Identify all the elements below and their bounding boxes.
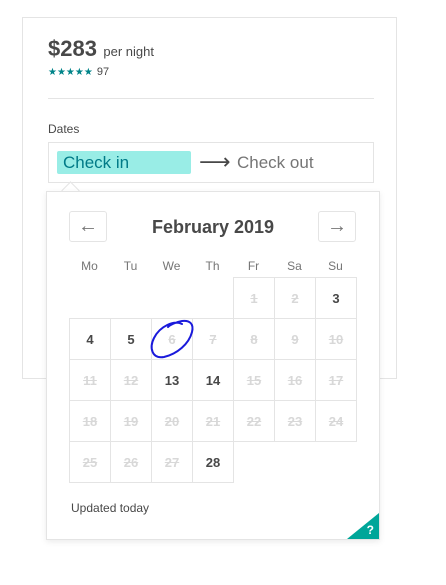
arrow-right-icon: ⟶: [199, 149, 231, 174]
calendar-day-26: 26: [110, 441, 152, 483]
weekday-label: Th: [205, 259, 220, 273]
calendar-day-27: 27: [151, 441, 193, 483]
calendar-day-4[interactable]: 4: [69, 318, 111, 360]
price-row: $283 per night: [48, 36, 154, 62]
calendar-grid: 1 2 3 4 5 6 7 8 9 10 11 12 13 14 15 16 17 18 19 20 21 22 23 24 2…: [69, 277, 357, 483]
calendar-day-2: 2: [274, 277, 316, 319]
nightly-price: $283: [48, 36, 97, 61]
calendar-day-28[interactable]: 28: [192, 441, 234, 483]
calendar-day-12: 12: [110, 359, 152, 401]
weekday-label: Tu: [123, 259, 138, 273]
calendar-day-22: 22: [233, 400, 275, 442]
calendar-day-3[interactable]: 3: [315, 277, 357, 319]
help-icon[interactable]: ?: [367, 523, 374, 537]
star-rating-icon: ★★★★★: [48, 66, 93, 78]
calendar-day-1: 1: [233, 277, 275, 319]
dates-label: Dates: [48, 122, 80, 136]
calendar-day-13[interactable]: 13: [151, 359, 193, 401]
weekday-label: Sa: [287, 259, 302, 273]
weekday-label: We: [162, 259, 181, 273]
calendar-day-17: 17: [315, 359, 357, 401]
rating-row[interactable]: ★★★★★ 97: [48, 66, 109, 78]
calendar-day-19: 19: [110, 400, 152, 442]
weekday-label: Fr: [247, 259, 260, 273]
weekday-label: Su: [328, 259, 343, 273]
date-range-input[interactable]: Check in ⟶ Check out: [48, 142, 374, 183]
calendar-day-14[interactable]: 14: [192, 359, 234, 401]
calendar-day-11: 11: [69, 359, 111, 401]
hand-drawn-circle-annotation: [150, 319, 194, 359]
calendar-day-9: 9: [274, 318, 316, 360]
calendar-day-8: 8: [233, 318, 275, 360]
check-out-field[interactable]: Check out: [237, 151, 314, 174]
divider: [48, 98, 374, 99]
calendar-day-25: 25: [69, 441, 111, 483]
updated-note: Updated today: [71, 501, 150, 515]
review-count: 97: [96, 66, 110, 78]
calendar-day-16: 16: [274, 359, 316, 401]
weekday-label: Mo: [81, 259, 98, 273]
calendar-day-10: 10: [315, 318, 357, 360]
calendar-day-18: 18: [69, 400, 111, 442]
arrow-right-icon: →: [327, 215, 347, 237]
price-suffix: per night: [103, 44, 154, 59]
calendar-day-20: 20: [151, 400, 193, 442]
help-badge[interactable]: [347, 513, 379, 539]
check-in-field[interactable]: Check in: [57, 151, 191, 174]
calendar-popup: ← February 2019 → Mo Tu We Th Fr Sa Su 1…: [46, 191, 380, 540]
next-month-button[interactable]: →: [318, 211, 356, 242]
calendar-day-24: 24: [315, 400, 357, 442]
weekday-header: Mo Tu We Th Fr Sa Su: [69, 259, 356, 273]
calendar-day-23: 23: [274, 400, 316, 442]
calendar-day-21: 21: [192, 400, 234, 442]
calendar-day-15: 15: [233, 359, 275, 401]
